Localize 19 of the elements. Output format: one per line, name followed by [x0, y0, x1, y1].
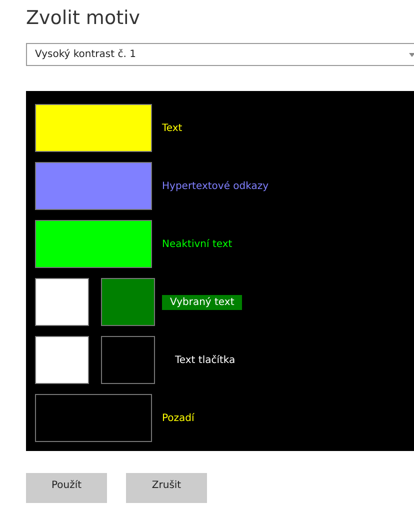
preview-label: Hypertextové odkazy: [162, 180, 269, 192]
action-button[interactable]: Použít: [26, 473, 107, 503]
preview-label: Neaktivní text: [162, 238, 232, 250]
color-swatch[interactable]: [35, 220, 152, 268]
preview-label: Vybraný text: [170, 296, 234, 308]
preview-label: Text: [162, 122, 182, 134]
color-swatch[interactable]: [35, 278, 89, 326]
chevron-icon: [409, 52, 414, 56]
page-title: Zvolit motiv: [26, 6, 142, 31]
color-swatch[interactable]: [35, 394, 152, 442]
color-swatch[interactable]: [101, 278, 155, 326]
color-swatch[interactable]: [35, 336, 89, 384]
theme-dropdown[interactable]: Vysoký kontrast č. 1: [26, 43, 414, 66]
preview-label: Pozadí: [162, 412, 194, 424]
color-swatch[interactable]: [101, 336, 155, 384]
preview-label: Text tlačítka: [174, 354, 236, 366]
action-button[interactable]: Zrušit: [126, 473, 207, 503]
color-swatch[interactable]: [35, 162, 152, 210]
color-swatch[interactable]: [35, 104, 152, 152]
